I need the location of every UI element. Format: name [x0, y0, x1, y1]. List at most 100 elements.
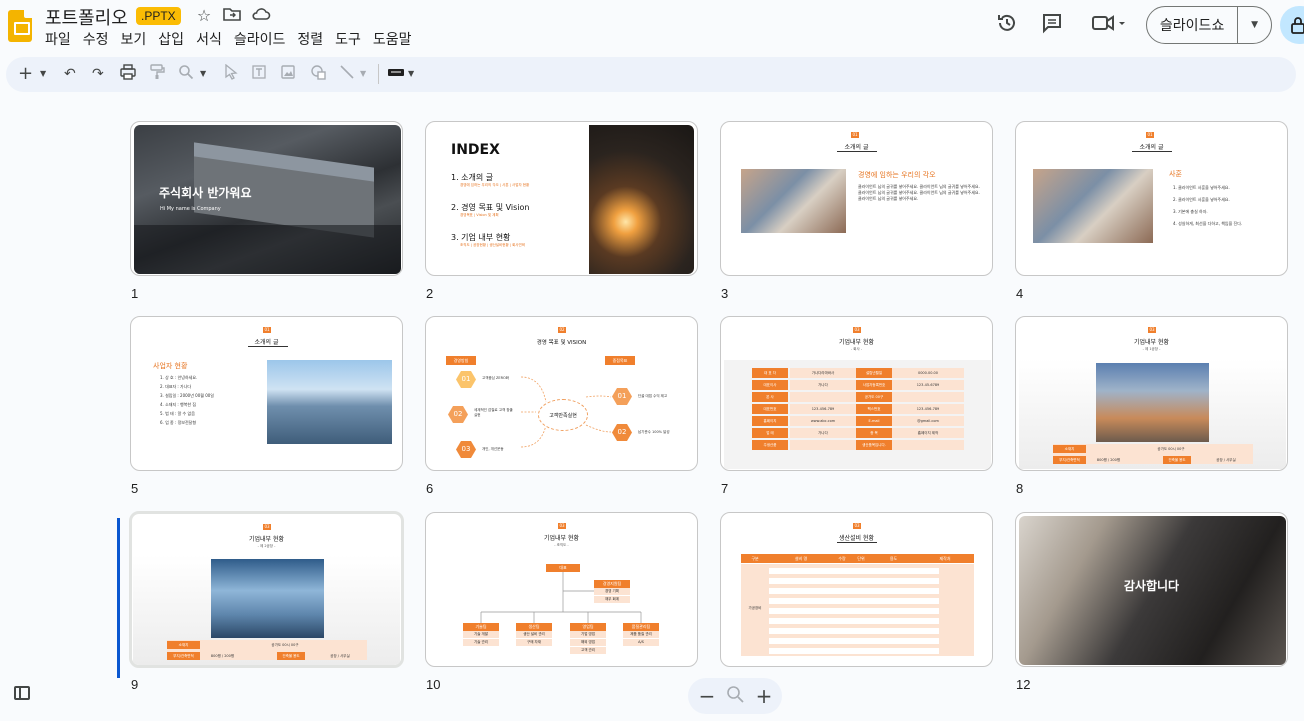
- org-team-4-item-2: A/S: [623, 639, 659, 646]
- org-team-3-item-3: 고객 관리: [570, 647, 606, 654]
- slide-5-badge: 01: [263, 327, 271, 333]
- menu-file[interactable]: 파일: [45, 29, 77, 49]
- menu-edit[interactable]: 수정: [83, 29, 115, 49]
- slide-9-f2: 부지/건축면적: [167, 652, 200, 660]
- slides-logo-icon[interactable]: [8, 10, 32, 42]
- slide-11-h0: 구분: [751, 556, 759, 561]
- zoom-magnifier-icon[interactable]: [723, 684, 747, 708]
- menu-format[interactable]: 서식: [196, 29, 228, 49]
- slide-6-left-text-1: 고객중심 ZERO화: [482, 376, 510, 380]
- shape-icon[interactable]: [310, 64, 328, 84]
- slide-9-f3: 800평 / 200평: [210, 654, 235, 658]
- slide-thumbnail-6[interactable]: 02 경영 목표 및 VISION 경영방침 중점목표 고객만족실현 01 고객…: [425, 316, 698, 471]
- image-icon[interactable]: [280, 64, 296, 84]
- org-side: 경영지원팀: [594, 580, 630, 588]
- menu-help[interactable]: 도움말: [373, 29, 418, 49]
- star-icon[interactable]: ☆: [194, 6, 214, 26]
- slide-5-heading: 사업자 현황: [153, 362, 188, 370]
- menu-arrange[interactable]: 정렬: [297, 29, 329, 49]
- zoom-in-icon[interactable]: +: [752, 684, 776, 708]
- slide-thumbnail-4[interactable]: 01 소개의 글 사훈 1. 클라이언트 사훈을 넣어주세요. 2. 클라이언트…: [1015, 121, 1288, 276]
- slide-2-item-3: 3. 기업 내부 현황: [451, 233, 511, 242]
- slide-thumbnail-10[interactable]: 03 기업내부 현황 - 조직도 - 대표 경영지원팀 경영 기획 재무 회계 …: [425, 512, 698, 667]
- slide-12-title: 감사합니다: [1123, 579, 1180, 593]
- cloud-status-icon[interactable]: [251, 6, 271, 26]
- slide-number-2: 2: [426, 286, 434, 301]
- slide-3-heading: 경영에 임하는 우리의 각오: [858, 171, 936, 179]
- org-team-2-item-2: 구매 자재: [516, 639, 552, 646]
- menu-tools[interactable]: 도구: [335, 29, 367, 49]
- new-slide-dropdown-icon[interactable]: ▼: [40, 64, 46, 84]
- zoom-icon[interactable]: [178, 64, 194, 84]
- slide-7-cell: 123-45-6789: [892, 380, 964, 390]
- version-history-icon[interactable]: [995, 12, 1019, 36]
- slide-7-cell: 대표번호: [752, 404, 788, 414]
- keyboard-input-icon[interactable]: [387, 64, 405, 84]
- slide-thumbnail-5[interactable]: 01 소개의 글 사업자 현황 1. 상 호 : 안녕하세요. 2. 대표자 :…: [130, 316, 403, 471]
- slide-2-item-1: 1. 소개의 글: [451, 173, 494, 182]
- slide-number-10: 10: [426, 677, 441, 692]
- slide-8-sub: - 제 1공장 -: [1142, 347, 1161, 351]
- menu-slide[interactable]: 슬라이드: [234, 29, 292, 49]
- slide-4-item-4: 4. 성실하게, 최선을 다하고, 책임을 진다.: [1173, 221, 1243, 226]
- slideshow-dropdown-icon[interactable]: ▼: [1238, 20, 1271, 30]
- slide-4-item-3: 3. 기본에 충실 하자.: [1173, 209, 1208, 214]
- slide-8-f5: 공장 / 사무실: [1216, 458, 1236, 462]
- slide-7-cell: 홈페이지: [752, 416, 788, 426]
- input-tools-dropdown-icon[interactable]: ▼: [408, 64, 414, 84]
- org-team-3-item-1: 기업 영업: [570, 631, 606, 638]
- zoom-out-icon[interactable]: −: [695, 684, 719, 708]
- slide-11-h5: 제작처: [939, 556, 951, 561]
- text-box-icon[interactable]: [251, 64, 267, 84]
- line-icon[interactable]: [339, 64, 355, 84]
- org-team-1-item-2: 기술 관리: [463, 639, 499, 646]
- redo-icon[interactable]: ↷: [92, 64, 104, 84]
- menu-view[interactable]: 보기: [121, 29, 153, 49]
- slideshow-label[interactable]: 슬라이드쇼: [1147, 6, 1239, 44]
- print-icon[interactable]: [120, 64, 136, 84]
- slide-11-h2: 수량: [838, 556, 846, 561]
- slide-4-badge: 01: [1146, 132, 1154, 138]
- line-dropdown-icon[interactable]: ▼: [360, 64, 366, 84]
- title-underline: [248, 346, 288, 347]
- slide-thumbnail-11[interactable]: 03 생산설비 현황 구분 설비 명 수량 단위 용도 제작처 가공장비: [720, 512, 993, 667]
- slide-11-row: [769, 608, 939, 614]
- org-team-1: 기술팀: [463, 623, 499, 631]
- menu-insert[interactable]: 삽입: [158, 29, 190, 49]
- paint-format-icon[interactable]: [149, 64, 165, 84]
- slide-7-cell: 123-456-789: [892, 404, 964, 414]
- org-team-2: 생산팀: [516, 623, 552, 631]
- share-button[interactable]: [1280, 6, 1304, 44]
- slide-1-title: 주식회사 반가워요: [159, 186, 252, 200]
- slide-thumbnail-9[interactable]: 03 기업내부 현황 - 제 2공장 - 소재지 공가도 00시 00구 부지/…: [129, 511, 404, 668]
- slide-2-item-2: 2. 경영 목표 및 Vision: [451, 203, 530, 212]
- zoom-dropdown-icon[interactable]: ▼: [200, 64, 206, 84]
- meeting-photo: [1033, 169, 1153, 243]
- meet-video-icon[interactable]: [1088, 12, 1128, 36]
- document-title[interactable]: 포트폴리오: [45, 4, 128, 30]
- slide-8-f2: 부지/건축면적: [1053, 456, 1086, 464]
- slide-thumbnail-12[interactable]: 감사합니다: [1015, 512, 1288, 667]
- slide-thumbnail-2[interactable]: INDEX 1. 소개의 글 경영에 임하는 우리의 각오 | 사훈 | 사업자…: [425, 121, 698, 276]
- slide-6-right-text-2: 납기준수 100% 달성: [638, 430, 670, 434]
- slide-thumbnail-1[interactable]: 주식회사 반가워요 Hi My name is Company: [130, 121, 403, 276]
- slide-thumbnail-8[interactable]: 03 기업내부 현황 - 제 1공장 - 소재지 공가도 00시 00구 부지/…: [1015, 316, 1288, 471]
- slide-7-cell: 가나다: [790, 428, 856, 438]
- move-folder-icon[interactable]: [222, 6, 242, 26]
- slide-7-cell: 팩스번호: [856, 404, 892, 414]
- slide-4-item-2: 2. 클라이언트 사훈을 넣어주세요.: [1173, 197, 1230, 202]
- slideshow-button[interactable]: 슬라이드쇼 ▼: [1146, 6, 1272, 44]
- select-pointer-icon[interactable]: [224, 63, 238, 84]
- slide-thumbnail-7[interactable]: 03 기업내부 현황 - 회사 - 대 표 자 가나다라마바사 설립년월일 0000.…: [720, 316, 993, 471]
- undo-icon[interactable]: ↶: [64, 64, 76, 84]
- slide-7-cell: [790, 440, 856, 450]
- slide-7-cell: @gmail.com: [892, 416, 964, 426]
- comments-icon[interactable]: [1040, 12, 1064, 36]
- new-slide-icon[interactable]: +: [18, 64, 33, 84]
- org-team-3: 영업팀: [570, 623, 606, 631]
- slide-8-title: 기업내부 현황: [1133, 339, 1170, 346]
- filmstrip-view-icon[interactable]: [14, 686, 30, 700]
- slide-thumbnail-3[interactable]: 01 소개의 글 경영에 임하는 우리의 각오 클라이언트 님의 글귀를 넣어주…: [720, 121, 993, 276]
- slide-2-heading: INDEX: [451, 142, 500, 158]
- slide-8-f1: 공가도 00시 00구: [1157, 447, 1185, 451]
